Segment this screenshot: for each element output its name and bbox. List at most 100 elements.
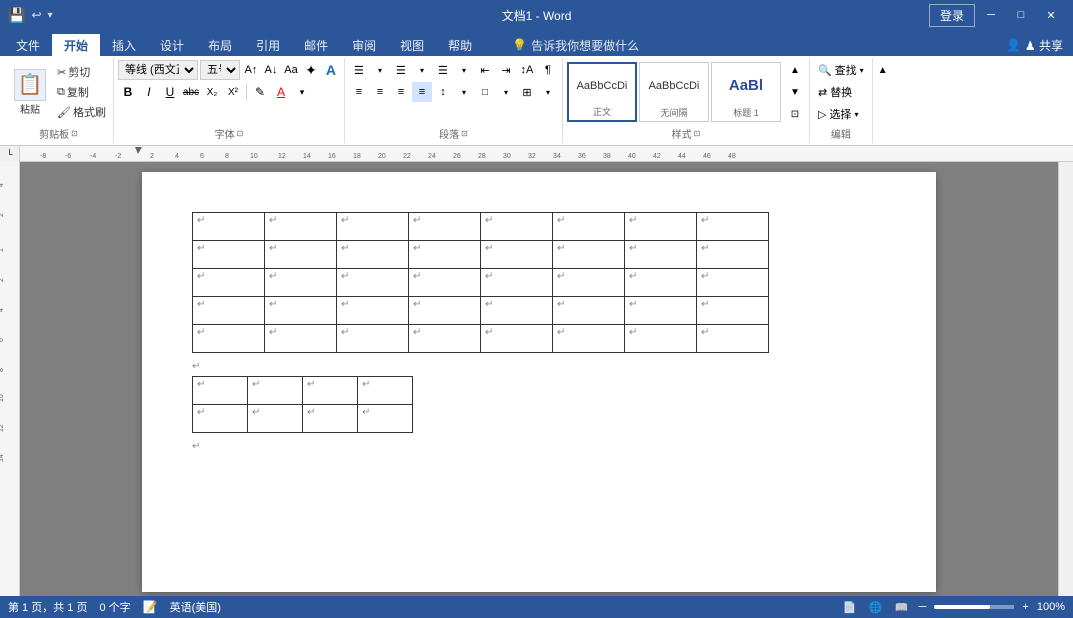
table-cell[interactable]: ↵ xyxy=(193,213,265,241)
table-cell[interactable]: ↵ xyxy=(481,213,553,241)
table-cell[interactable]: ↵ xyxy=(697,269,769,297)
table-cell[interactable]: ↵ xyxy=(625,241,697,269)
cut-button[interactable]: ✂ 剪切 xyxy=(54,63,109,81)
tab-insert[interactable]: 插入 xyxy=(100,34,148,56)
shading-dropdown[interactable]: ▾ xyxy=(496,82,516,102)
font-grow-button[interactable]: A↑ xyxy=(242,61,260,79)
tab-help[interactable]: 帮助 xyxy=(436,34,484,56)
table-cell[interactable]: ↵ xyxy=(358,377,413,405)
paragraph-dialog-launcher[interactable]: ⊡ xyxy=(461,129,468,138)
table-cell[interactable]: ↵ xyxy=(409,325,481,353)
undo-icon[interactable]: ↩ xyxy=(31,8,41,22)
ruler-corner[interactable]: └ xyxy=(0,146,20,162)
table-cell[interactable]: ↵ xyxy=(265,269,337,297)
table-cell[interactable]: ↵ xyxy=(697,213,769,241)
tab-home[interactable]: 开始 xyxy=(52,34,100,56)
styles-more[interactable]: ⊡ xyxy=(785,104,805,124)
bullets-button[interactable]: ☰ xyxy=(349,60,369,80)
tell-me-search[interactable]: 💡 告诉我你想要做什么 xyxy=(504,35,647,56)
tab-references[interactable]: 引用 xyxy=(244,34,292,56)
table-cell[interactable]: ↵ xyxy=(553,325,625,353)
table-cell[interactable]: ↵ xyxy=(625,297,697,325)
page[interactable]: ↵ ↵ ↵ ↵ ↵ ↵ ↵ ↵ ↵ ↵ ↵ ↵ ↵ xyxy=(142,172,936,592)
superscript-button[interactable]: X² xyxy=(223,82,243,102)
table-cell[interactable]: ↵ xyxy=(481,269,553,297)
table-cell[interactable]: ↵ xyxy=(193,325,265,353)
table-cell[interactable]: ↵ xyxy=(337,269,409,297)
line-spacing-button[interactable]: ↕ xyxy=(433,82,453,102)
styles-scroll-up[interactable]: ▲ xyxy=(785,60,805,80)
increase-indent-button[interactable]: ⇥ xyxy=(496,60,516,80)
find-button[interactable]: 🔍 查找 ▾ xyxy=(814,60,868,80)
table-cell[interactable]: ↵ xyxy=(193,405,248,433)
select-button[interactable]: ▷ 选择 ▾ xyxy=(814,104,862,124)
tab-review[interactable]: 审阅 xyxy=(340,34,388,56)
select-dropdown[interactable]: ▾ xyxy=(854,110,858,119)
style-heading1[interactable]: AaBl 标题 1 xyxy=(711,62,781,122)
table-cell[interactable]: ↵ xyxy=(409,241,481,269)
format-paint-button[interactable]: 🖌 格式刷 xyxy=(54,103,109,121)
table-cell[interactable]: ↵ xyxy=(358,405,413,433)
styles-dialog-launcher[interactable]: ⊡ xyxy=(694,129,701,138)
sort-button[interactable]: ↕A xyxy=(517,60,537,80)
table-cell[interactable]: ↵ xyxy=(481,297,553,325)
table-cell[interactable]: ↵ xyxy=(248,377,303,405)
table-cell[interactable]: ↵ xyxy=(553,241,625,269)
table-cell[interactable]: ↵ xyxy=(409,269,481,297)
table-cell[interactable]: ↵ xyxy=(337,325,409,353)
table-cell[interactable]: ↵ xyxy=(193,297,265,325)
table-cell[interactable]: ↵ xyxy=(625,269,697,297)
numbering-dropdown[interactable]: ▾ xyxy=(412,60,432,80)
table-cell[interactable]: ↵ xyxy=(337,297,409,325)
table-cell[interactable]: ↵ xyxy=(265,325,337,353)
style-normal[interactable]: AaBbCcDi 正文 xyxy=(567,62,637,122)
document-area[interactable]: ↵ ↵ ↵ ↵ ↵ ↵ ↵ ↵ ↵ ↵ ↵ ↵ ↵ xyxy=(20,162,1058,596)
italic-button[interactable]: I xyxy=(139,82,159,102)
tab-layout[interactable]: 布局 xyxy=(196,34,244,56)
replace-button[interactable]: ⇄ 替换 xyxy=(814,82,856,102)
bold-button[interactable]: B xyxy=(118,82,138,102)
style-no-spacing[interactable]: AaBbCcDi 无间隔 xyxy=(639,62,709,122)
font-name-select[interactable]: 等线 (西文正文) xyxy=(118,60,198,80)
find-dropdown[interactable]: ▾ xyxy=(860,66,864,75)
table-cell[interactable]: ↵ xyxy=(193,269,265,297)
strikethrough-button[interactable]: abc xyxy=(181,82,201,102)
table-cell[interactable]: ↵ xyxy=(265,213,337,241)
vertical-scrollbar[interactable] xyxy=(1058,162,1073,596)
table-cell[interactable]: ↵ xyxy=(697,297,769,325)
highlight-button[interactable]: ✎ xyxy=(250,82,270,102)
borders-button[interactable]: ⊞ xyxy=(517,82,537,102)
font-dialog-launcher[interactable]: ⊡ xyxy=(237,129,244,138)
web-layout-view-button[interactable]: 🌐 xyxy=(867,598,885,616)
minus-zoom-button[interactable]: ─ xyxy=(919,601,927,613)
table-cell[interactable]: ↵ xyxy=(625,213,697,241)
tab-design[interactable]: 设计 xyxy=(148,34,196,56)
align-right-button[interactable]: ≡ xyxy=(391,82,411,102)
show-marks-button[interactable]: ¶ xyxy=(538,60,558,80)
table-cell[interactable]: ↵ xyxy=(193,377,248,405)
table-cell[interactable]: ↵ xyxy=(303,377,358,405)
table-cell[interactable]: ↵ xyxy=(303,405,358,433)
font-size-select[interactable]: 五号 小四 四号 xyxy=(200,60,240,80)
align-center-button[interactable]: ≡ xyxy=(370,82,390,102)
borders-dropdown[interactable]: ▾ xyxy=(538,82,558,102)
table-cell[interactable]: ↵ xyxy=(697,325,769,353)
subscript-button[interactable]: X₂ xyxy=(202,82,222,102)
tab-mailings[interactable]: 邮件 xyxy=(292,34,340,56)
table-cell[interactable]: ↵ xyxy=(265,297,337,325)
bullets-dropdown[interactable]: ▾ xyxy=(370,60,390,80)
tab-view[interactable]: 视图 xyxy=(388,34,436,56)
table-cell[interactable]: ↵ xyxy=(265,241,337,269)
login-button[interactable]: 登录 xyxy=(929,4,975,27)
paste-button[interactable]: 📋 粘贴 xyxy=(8,67,52,118)
styles-scroll-down[interactable]: ▼ xyxy=(785,82,805,102)
table-cell[interactable]: ↵ xyxy=(409,213,481,241)
font-shrink-button[interactable]: A↓ xyxy=(262,61,280,79)
table-cell[interactable]: ↵ xyxy=(193,241,265,269)
table-cell[interactable]: ↵ xyxy=(553,269,625,297)
numbering-button[interactable]: ☰ xyxy=(391,60,411,80)
share-button[interactable]: 👤 ♟ 共享 xyxy=(1006,37,1063,54)
clipboard-dialog-launcher[interactable]: ⊡ xyxy=(71,129,78,138)
read-mode-button[interactable]: 📖 xyxy=(893,598,911,616)
clear-format-button[interactable]: ✦ xyxy=(302,61,320,79)
